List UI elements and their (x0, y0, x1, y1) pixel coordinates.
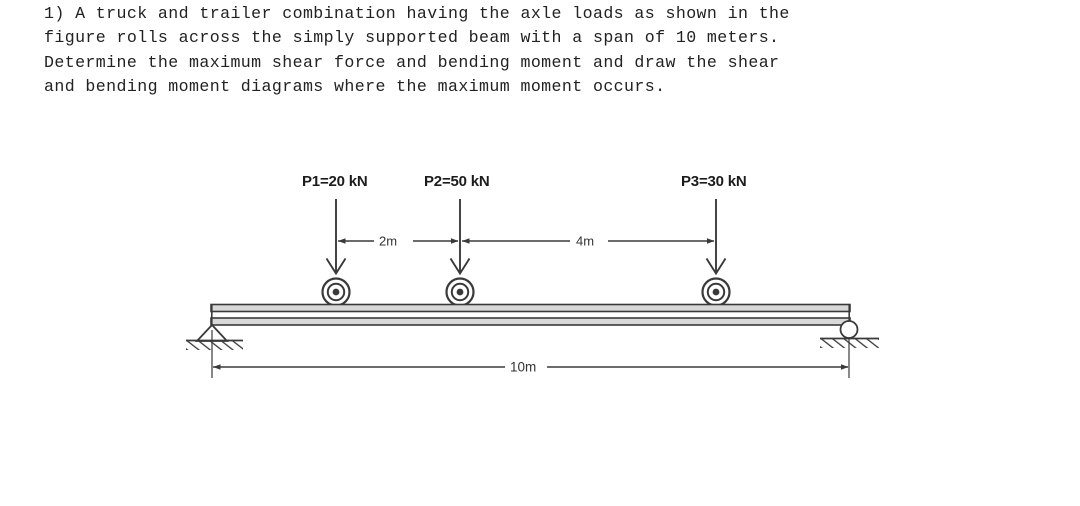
wheel-p3 (701, 277, 731, 307)
span-label-10m: 10m (510, 360, 536, 375)
load-arrow-p3 (705, 199, 727, 276)
beam (210, 303, 851, 326)
wheel-p1 (321, 277, 351, 307)
dimension-2m: 2m (338, 234, 459, 249)
load-label-p3: P3=30 kN (681, 173, 747, 190)
beam-diagram: P1=20 kN P2=50 kN P3=30 kN 2m 4m 10m (0, 0, 1080, 506)
load-label-p2: P2=50 kN (424, 173, 490, 190)
dimension-label-4m: 4m (576, 234, 594, 249)
ground-hatch-left (186, 341, 243, 350)
dimension-4m: 4m (462, 234, 715, 249)
support-pin-left (186, 323, 243, 350)
dimension-span-10m: 10m (213, 360, 849, 375)
load-arrow-p1 (325, 199, 347, 276)
load-arrow-p2 (449, 199, 471, 276)
dimension-label-2m: 2m (379, 234, 397, 249)
load-label-p1: P1=20 kN (302, 173, 368, 190)
wheel-p2 (445, 277, 475, 307)
